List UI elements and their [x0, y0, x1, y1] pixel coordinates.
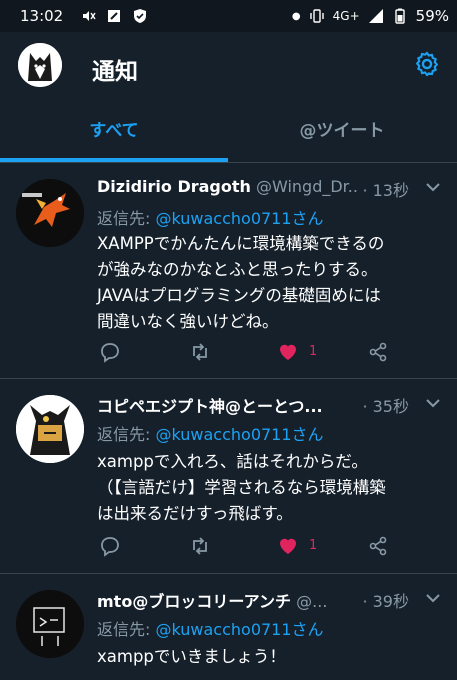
- tweet-text-line: 間違いなく強いけどね。: [97, 312, 279, 331]
- active-tab-indicator: [0, 158, 228, 162]
- reply-prefix: 返信先:: [97, 620, 156, 639]
- battery-level: 59%: [415, 7, 449, 25]
- share-icon[interactable]: [367, 535, 389, 557]
- signal-icon: [368, 9, 383, 23]
- tweet-text-line: （【言語だけ】学習されるなら環境構築: [97, 478, 386, 497]
- tweet-text-line: xamppで入れろ、話はそれからだ。: [97, 452, 368, 471]
- tweet-timestamp: · 13秒: [358, 177, 409, 201]
- tab-all[interactable]: すべて: [0, 98, 228, 162]
- mute-icon: [83, 11, 96, 21]
- tweet-author-name[interactable]: コピペエジプト神@とーとつ...: [97, 397, 323, 416]
- tab-bar: すべて @ツイート: [0, 98, 457, 163]
- tweet-timestamp: · 35秒: [358, 393, 409, 417]
- heart-icon[interactable]: [277, 341, 299, 363]
- tweet-timestamp: · 39秒: [358, 588, 409, 612]
- tweet-author-handle: @Wingd_Dr...: [255, 177, 364, 196]
- reply-context: 返信先: @kuwaccho0711さん: [97, 205, 324, 229]
- reply-prefix: 返信先:: [97, 209, 156, 228]
- tweet-avatar[interactable]: [16, 395, 84, 463]
- tweet-text: xamppでいきましょう！: [97, 644, 447, 670]
- like-count: 1: [309, 344, 318, 359]
- reply-mention-link[interactable]: @kuwaccho0711さん: [155, 620, 323, 639]
- reply-context: 返信先: @kuwaccho0711さん: [97, 616, 324, 640]
- tweet-avatar[interactable]: [16, 590, 84, 658]
- anubis-avatar-icon: [16, 395, 84, 463]
- status-system-icons: ● 4G+ 59%: [292, 7, 449, 25]
- heart-icon[interactable]: [277, 535, 299, 557]
- dot-icon: ●: [291, 10, 301, 22]
- tweet-text-line: JAVAはプログラミングの基礎固めには: [97, 286, 381, 305]
- tweet-author-handle: @...: [296, 592, 328, 611]
- tweet-actions: 1: [97, 535, 397, 559]
- retweet-icon[interactable]: [189, 341, 211, 363]
- tweet-item[interactable]: コピペエジプト神@とーとつ... · 35秒 返信先: @kuwaccho071…: [0, 379, 457, 574]
- sketch-avatar-icon: [16, 590, 84, 658]
- reply-icon[interactable]: [99, 341, 121, 363]
- profile-avatar[interactable]: [18, 43, 62, 87]
- dragon-avatar-icon: [16, 179, 84, 247]
- status-bar: 13:02 ● 4G+ 59%: [0, 0, 457, 32]
- chevron-down-icon[interactable]: [425, 397, 441, 409]
- husky-avatar-icon: [18, 43, 62, 87]
- network-type: 4G+: [332, 9, 360, 23]
- tab-mentions-label: @ツイート: [299, 121, 385, 141]
- app-shield-icon: [108, 10, 120, 22]
- tweet-author-name[interactable]: Dizidirio Dragoth: [97, 177, 251, 196]
- tab-all-label: すべて: [89, 121, 139, 141]
- tweet-text-line: が強みなのかなとふと思ったりする。: [97, 260, 378, 279]
- tweet-avatar[interactable]: [16, 179, 84, 247]
- app-header: 通知: [0, 32, 457, 98]
- like-count: 1: [309, 538, 318, 553]
- reply-context: 返信先: @kuwaccho0711さん: [97, 421, 324, 445]
- status-time: 13:02: [20, 7, 64, 25]
- tweet-text-line: は出来るだけすっ飛ばす。: [97, 504, 293, 523]
- chevron-down-icon[interactable]: [425, 592, 441, 604]
- battery-icon: [394, 8, 405, 24]
- reply-mention-link[interactable]: @kuwaccho0711さん: [155, 425, 323, 444]
- tweet-author-name[interactable]: mto@ブロッコリーアンチ: [97, 592, 291, 611]
- tweet-text-line: XAMPPでかんたんに環境構築できるの: [97, 234, 385, 253]
- shield-check-icon: [134, 9, 146, 23]
- status-notification-icons: [80, 8, 148, 24]
- share-icon[interactable]: [367, 341, 389, 363]
- tweet-text-line: xamppでいきましょう！: [97, 647, 286, 666]
- chevron-down-icon[interactable]: [425, 181, 441, 193]
- tweet-actions: 1: [97, 341, 397, 365]
- vibrate-icon: [309, 9, 324, 23]
- reply-prefix: 返信先:: [97, 425, 156, 444]
- page-title: 通知: [92, 59, 138, 85]
- tab-mentions[interactable]: @ツイート: [228, 98, 456, 160]
- tweet-text: xamppで入れろ、話はそれからだ。 （【言語だけ】学習されるなら環境構築 は出…: [97, 449, 447, 527]
- gear-icon[interactable]: [413, 50, 441, 78]
- reply-icon[interactable]: [99, 535, 121, 557]
- retweet-icon[interactable]: [189, 535, 211, 557]
- tweet-item[interactable]: Dizidirio Dragoth @Wingd_Dr... · 13秒 返信先…: [0, 163, 457, 379]
- reply-mention-link[interactable]: @kuwaccho0711さん: [155, 209, 323, 228]
- tweet-text: XAMPPでかんたんに環境構築できるの が強みなのかなとふと思ったりする。 JA…: [97, 231, 447, 335]
- tweet-item[interactable]: mto@ブロッコリーアンチ @... · 39秒 返信先: @kuwaccho0…: [0, 574, 457, 680]
